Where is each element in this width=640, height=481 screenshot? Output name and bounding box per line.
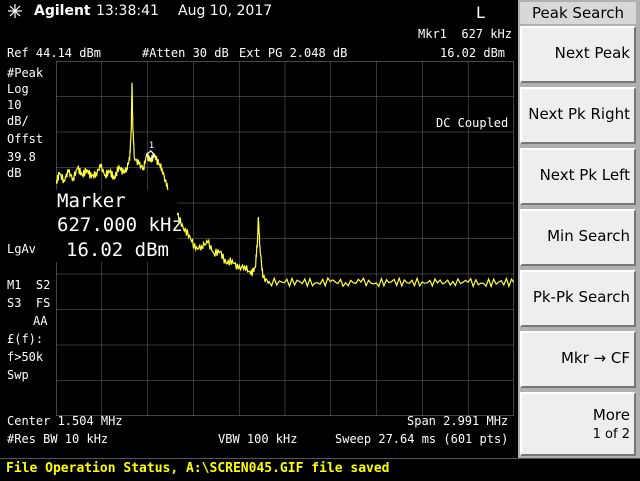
sweep-time: Sweep 27.64 ms (601 pts)	[335, 432, 509, 446]
frequency-span: Span 2.991 MHz	[407, 414, 509, 428]
offset-unit: dB	[7, 166, 22, 180]
softkey-label: Next Peak	[554, 44, 630, 62]
marker-frequency-readout: Mkr1 627 kHz	[418, 27, 512, 41]
resolution-bandwidth: #Res BW 10 kHz	[7, 432, 109, 446]
marker-label-title: Marker	[57, 190, 126, 212]
softkey-label: Pk-Pk Search	[532, 288, 630, 306]
status-bar: File Operation Status, A:\SCREN045.GIF f…	[0, 458, 640, 481]
softkey-sublabel: 1 of 2	[592, 427, 630, 442]
next-peak-right-button[interactable]: Next Pk Right	[520, 87, 636, 144]
marker-1: 1	[145, 141, 156, 160]
scale-unit: dB/	[7, 114, 29, 128]
external-gain: Ext PG 2.048 dB	[239, 46, 348, 60]
attenuation: #Atten 30 dB	[142, 46, 229, 60]
correction-function: £(f):	[7, 332, 44, 346]
softkey-label: Next Pk Left	[539, 166, 630, 184]
clock-time: 13:38:41	[96, 3, 159, 19]
more-button[interactable]: More 1 of 2	[520, 392, 636, 456]
marker-to-center-frequency-button[interactable]: Mkr → CF	[520, 331, 636, 388]
frequency-condition: f>50k	[7, 350, 44, 364]
average-type: LgAv	[7, 242, 36, 256]
softkey-label: Mkr → CF	[560, 349, 630, 367]
softkey-label: Min Search	[547, 227, 630, 245]
trace-mode-1: M1 S2	[7, 278, 51, 292]
date: Aug 10, 2017	[178, 3, 273, 19]
peak-to-peak-search-button[interactable]: Pk-Pk Search	[520, 270, 636, 327]
center-frequency: Center 1.504 MHz	[7, 414, 123, 428]
scale-value: 10	[7, 98, 22, 112]
trace-mode-2: S3 FS	[7, 296, 51, 310]
marker-amplitude-readout: 16.02 dBm	[440, 46, 506, 60]
softkey-label: More	[592, 406, 630, 424]
reference-level: Ref 44.14 dBm	[7, 46, 101, 60]
brand-name: Agilent	[34, 3, 91, 19]
offset-value: 39.8	[7, 150, 36, 164]
sweep-mode: Swp	[7, 368, 29, 382]
softkey-label: Next Pk Right	[528, 105, 630, 123]
header-bar: Agilent 13:38:41 Aug 10, 2017 L	[0, 0, 518, 24]
mode-letter: L	[476, 3, 485, 22]
detector-annotation: #Peak	[7, 66, 44, 80]
marker-label-amplitude: 16.02 dBm	[66, 239, 169, 261]
min-search-button[interactable]: Min Search	[520, 209, 636, 266]
video-bandwidth: VBW 100 kHz	[218, 432, 298, 446]
offset-label: Offst	[7, 132, 44, 146]
marker-label-frequency: 627.000 kHz	[57, 214, 183, 236]
softkey-menu-title: Peak Search	[520, 2, 636, 24]
agilent-logo-icon	[8, 4, 22, 18]
next-peak-button[interactable]: Next Peak	[520, 26, 636, 83]
next-peak-left-button[interactable]: Next Pk Left	[520, 148, 636, 205]
marker-number: 1	[149, 141, 154, 151]
scale-type: Log	[7, 82, 29, 96]
trace-mode-3: AA	[33, 314, 48, 328]
status-message: File Operation Status, A:\SCREN045.GIF f…	[6, 461, 390, 476]
